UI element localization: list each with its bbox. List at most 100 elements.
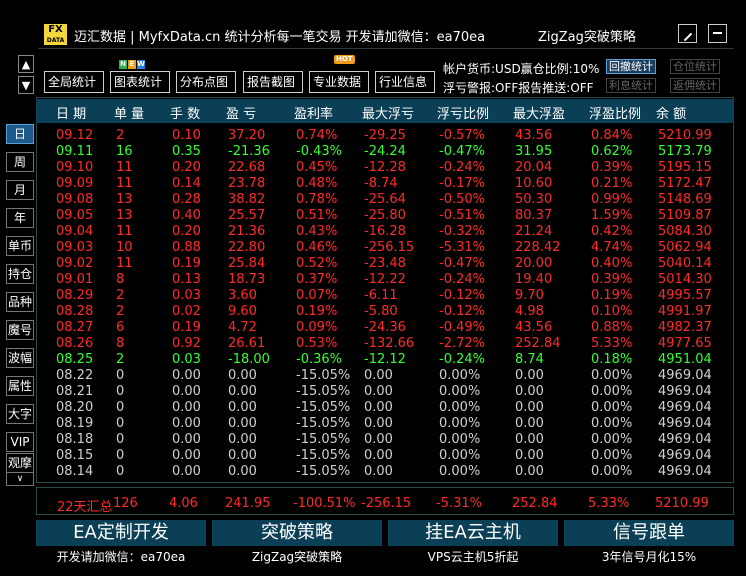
title-bar: FX DATA 迈汇数据 | MyfxData.cn 统计分析每一笔交易 开发请… [38,21,734,49]
toolbar-button-6[interactable]: 行业信息 [375,71,435,93]
table-cell: 19.40 [515,272,553,287]
scroll-up-button[interactable]: ▲ [18,55,34,73]
table-cell: 0.43% [296,224,338,239]
table-cell: 0.19 [172,320,201,335]
side-tab-10[interactable]: 属性 [6,376,34,396]
table-cell: 0.92 [172,336,201,351]
column-header-7[interactable]: 浮亏比例 [437,103,489,122]
column-header-4[interactable]: 盈 亏 [226,103,256,122]
table-cell: 0 [116,432,125,447]
table-cell: 0.00 [364,464,393,479]
toolbar-button-1[interactable]: 全局统计 [44,71,104,93]
table-cell: 5195.15 [658,160,712,175]
table-row: 09.08 13 0.28 38.82 0.78% -25.64 -0.50% 50.30 0.… [38,192,732,208]
table-cell: 0 [116,368,125,383]
table-row: 09.02 11 0.19 25.84 0.52% -23.48 -0.47% 20.00 0.… [38,256,732,272]
table-cell: 0.10% [591,304,633,319]
side-tab-7[interactable]: 品种 [6,292,34,312]
rebate-stats-button[interactable]: 返佣统计 [670,78,720,93]
column-header-1[interactable]: 日 期 [56,103,86,122]
side-tab-6[interactable]: 持仓 [6,264,34,284]
table-row: 09.03 10 0.88 22.80 0.46% -256.15 -5.31% 228.42… [38,240,732,256]
minimize-button[interactable] [708,24,727,43]
table-cell: 08.29 [56,288,94,303]
side-more-button[interactable]: ∨ [6,472,34,486]
table-cell: 09.10 [56,160,94,175]
table-cell: 8 [116,272,125,287]
table-cell: 0.00% [439,384,481,399]
table-cell: 4.74% [591,240,633,255]
table-cell: -0.51% [439,208,485,223]
summary-cell: 4.06 [169,496,198,511]
table-cell: 2 [116,128,125,143]
table-cell: 0.00 [364,432,393,447]
table-cell: -15.05% [296,464,351,479]
scroll-down-button[interactable]: ▼ [18,76,34,94]
table-cell: -15.05% [296,400,351,415]
table-cell: 2 [116,304,125,319]
table-cell: 38.82 [228,192,266,207]
table-cell: 9.60 [228,304,257,319]
table-cell: -0.49% [439,320,485,335]
table-cell: 8.74 [515,352,544,367]
drawdown-stats-button[interactable]: 回撤统计 [606,59,656,74]
table-cell: 0.00% [439,464,481,479]
table-cell: 5014.30 [658,272,712,287]
summary-cell: 5.33% [588,496,630,511]
table-cell: 0 [116,448,125,463]
column-header-3[interactable]: 手 数 [170,103,200,122]
column-header-5[interactable]: 盈利率 [294,103,333,122]
table-cell: 09.01 [56,272,94,287]
toolbar-button-3[interactable]: 分布点图 [176,71,236,93]
table-cell: 5084.30 [658,224,712,239]
column-header-8[interactable]: 最大浮盈 [513,103,565,122]
table-cell: 0.00 [515,384,544,399]
side-tab-11[interactable]: 大字 [6,404,34,424]
side-tab-2[interactable]: 周 [6,152,34,172]
table-cell: 0.20 [172,160,201,175]
table-cell: -12.22 [364,272,406,287]
summary-cell: -100.51% [293,496,356,511]
table-cell: 0.21% [591,176,633,191]
edit-button[interactable] [678,24,697,43]
account-info: 帐户货币:USD赢仓比例:10% [443,62,600,76]
window-title: 迈汇数据 | MyfxData.cn 统计分析每一笔交易 开发请加微信：ea70… [74,30,486,45]
column-header-2[interactable]: 单 量 [114,103,144,122]
column-header-6[interactable]: 最大浮亏 [362,103,414,122]
table-row: 09.12 2 0.10 37.20 0.74% -29.25 -0.57% 43.56 0.8… [38,128,732,144]
toolbar-button-2[interactable]: 图表统计 [110,71,170,93]
table-cell: 0.00 [228,384,257,399]
table-cell: 1.59% [591,208,633,223]
banner-subtitle[interactable]: 3年信号月化15% [564,547,734,567]
toolbar-button-5[interactable]: 专业数据 [309,71,369,93]
table-cell: 5173.79 [658,144,712,159]
interest-stats-button[interactable]: 利息统计 [606,78,656,93]
banner-title[interactable]: EA定制开发 [36,520,206,546]
banner-title[interactable]: 信号跟单 [564,520,734,546]
side-tab-9[interactable]: 波幅 [6,348,34,368]
banner-title[interactable]: 挂EA云主机 [388,520,558,546]
table-cell: 09.02 [56,256,94,271]
side-tab-5[interactable]: 单币 [6,236,34,256]
table-row: 08.14 0 0.00 0.00 -15.05% 0.00 0.00% 0.00 0.00% 4… [38,464,732,480]
table-row: 09.05 13 0.40 25.57 0.51% -25.80 -0.51% 80.37 1.… [38,208,732,224]
banner-title[interactable]: 突破策略 [212,520,382,546]
position-stats-button[interactable]: 仓位统计 [670,59,720,74]
summary-cell: 241.95 [225,496,271,511]
toolbar-button-4[interactable]: 报告截图 [243,71,303,93]
side-tab-3[interactable]: 月 [6,180,34,200]
banner-subtitle[interactable]: 开发请加微信：ea70ea [36,547,206,567]
side-tab-1[interactable]: 日 [6,124,34,144]
column-header-9[interactable]: 浮盈比例 [589,103,641,122]
table-cell: 0.19% [296,304,338,319]
table-cell: -0.24% [439,160,485,175]
table-row: 09.09 11 0.14 23.78 0.48% -8.74 -0.17% 10.60 0.2… [38,176,732,192]
side-tab-13[interactable]: 观摩 [6,453,34,473]
side-tab-4[interactable]: 年 [6,208,34,228]
column-header-10[interactable]: 余 额 [656,103,686,122]
banner-subtitle[interactable]: VPS云主机5折起 [388,547,558,567]
side-tab-12[interactable]: VIP [6,432,34,452]
side-tab-8[interactable]: 魔号 [6,320,34,340]
table-cell: 0.02 [172,304,201,319]
banner-subtitle[interactable]: ZigZag突破策略 [212,547,382,567]
